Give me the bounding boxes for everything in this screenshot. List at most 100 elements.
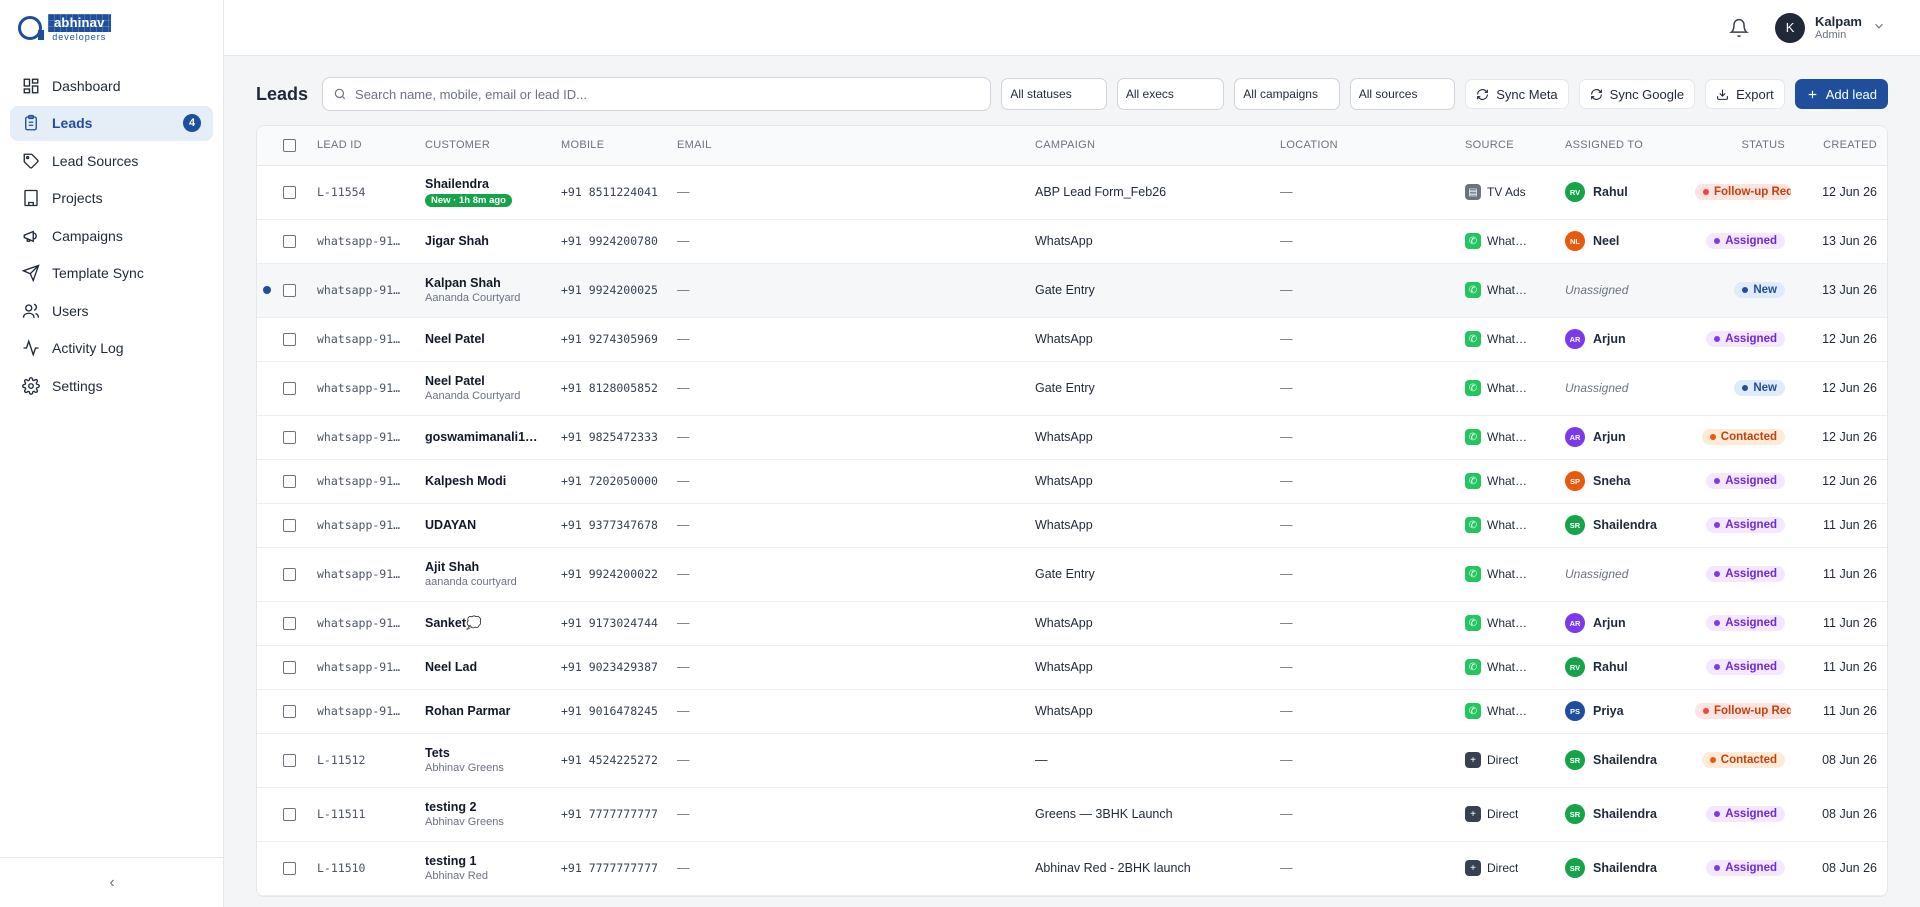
- table-row[interactable]: whatsapp-91… Kalpan Shah Aananda Courtyard…: [257, 263, 1887, 318]
- row-checkbox[interactable]: [283, 808, 296, 822]
- brand-subtitle: developers: [52, 32, 107, 42]
- campaign-value: WhatsApp: [1035, 430, 1093, 444]
- whatsapp-icon: ✆: [1465, 331, 1481, 347]
- customer-cell: Rohan Parmar: [419, 689, 555, 734]
- row-checkbox[interactable]: [283, 382, 296, 396]
- mobile-number: +91 7777777777: [561, 861, 658, 875]
- sidebar-item-projects[interactable]: Projects: [10, 181, 213, 216]
- table-row[interactable]: whatsapp-91… Neel Patel +91 9274305969 — Wha…: [257, 317, 1887, 362]
- sidebar-item-lead-sources[interactable]: Lead Sources: [10, 143, 213, 178]
- column-header[interactable]: CUSTOMER: [419, 126, 555, 166]
- campaign-filter-select[interactable]: All campaigns: [1234, 78, 1340, 110]
- status-badge[interactable]: New: [1734, 380, 1785, 396]
- customer-cell: Kalpesh Modi: [419, 459, 555, 504]
- table-row[interactable]: whatsapp-91… Ajit Shah aananda courtyard +9…: [257, 547, 1887, 602]
- table-row[interactable]: L-11511 testing 2 Abhinav Greens +91 777777…: [257, 787, 1887, 842]
- status-badge[interactable]: Assigned: [1706, 659, 1785, 675]
- status-badge[interactable]: Assigned: [1706, 473, 1785, 489]
- table-row[interactable]: whatsapp-91… UDAYAN +91 9377347678 — WhatsAp…: [257, 503, 1887, 548]
- bell-icon[interactable]: [1729, 18, 1750, 38]
- search-box[interactable]: [322, 77, 992, 111]
- column-header[interactable]: STATUS: [1689, 126, 1791, 166]
- row-checkbox[interactable]: [283, 705, 296, 719]
- row-checkbox[interactable]: [283, 862, 296, 876]
- row-checkbox[interactable]: [283, 235, 296, 249]
- search-input[interactable]: [355, 86, 981, 102]
- row-checkbox[interactable]: [283, 431, 296, 445]
- column-header[interactable]: EMAIL: [671, 126, 1029, 166]
- status-badge[interactable]: Contacted: [1701, 429, 1785, 445]
- table-row[interactable]: whatsapp-91… goswamimanali1… +91 982547233…: [257, 415, 1887, 460]
- assignee-name: Shailendra: [1593, 518, 1657, 532]
- column-header[interactable]: MOBILE: [555, 126, 671, 166]
- location-value: —: [1280, 861, 1293, 875]
- row-checkbox[interactable]: [283, 754, 296, 768]
- status-filter-select[interactable]: All statuses: [1001, 78, 1107, 110]
- row-select-cell: [257, 787, 311, 842]
- source-label: WhatsA…: [1487, 430, 1533, 444]
- user-menu[interactable]: K Kalpam Admin: [1775, 12, 1886, 43]
- column-header[interactable]: CAMPAIGN: [1029, 126, 1274, 166]
- status-dot: [1714, 664, 1721, 670]
- status-badge[interactable]: Assigned: [1706, 860, 1785, 876]
- sidebar-item-dashboard[interactable]: Dashboard: [10, 68, 213, 103]
- row-checkbox[interactable]: [283, 475, 296, 489]
- status-badge[interactable]: Assigned: [1706, 566, 1785, 582]
- mobile-number: +91 8128005852: [561, 381, 658, 395]
- table-row[interactable]: whatsapp-91… Jigar Shah +91 9924200780 — Wha…: [257, 219, 1887, 264]
- mobile-number: +91 4524225272: [561, 753, 658, 767]
- status-badge[interactable]: Follow-up Req: [1695, 703, 1791, 719]
- status-badge[interactable]: New: [1734, 282, 1785, 298]
- collapse-sidebar-button[interactable]: ‹: [0, 857, 224, 907]
- column-header[interactable]: LOCATION: [1274, 126, 1459, 166]
- sidebar-item-campaigns[interactable]: Campaigns: [10, 218, 213, 253]
- sidebar-item-activity-log[interactable]: Activity Log: [10, 331, 213, 366]
- add-lead-button[interactable]: Add lead: [1794, 79, 1889, 109]
- sidebar-item-settings[interactable]: Settings: [10, 368, 213, 403]
- sidebar-item-leads[interactable]: Leads 4: [10, 105, 213, 141]
- row-checkbox[interactable]: [283, 661, 296, 675]
- select-all-checkbox[interactable]: [283, 138, 296, 152]
- column-header[interactable]: CREATED: [1791, 126, 1887, 166]
- email-value: —: [677, 430, 690, 444]
- status-label: Assigned: [1725, 568, 1777, 580]
- table-row[interactable]: whatsapp-91… Rohan Parmar +91 9016478245 — W…: [257, 689, 1887, 734]
- status-badge[interactable]: Assigned: [1706, 806, 1785, 822]
- status-badge[interactable]: Assigned: [1706, 615, 1785, 631]
- sidebar-item-template-sync[interactable]: Template Sync: [10, 256, 213, 291]
- row-checkbox[interactable]: [283, 284, 296, 298]
- status-label: Assigned: [1725, 235, 1777, 247]
- sync-google-button[interactable]: Sync Google: [1578, 79, 1696, 109]
- table-row[interactable]: whatsapp-91… Kalpesh Modi +91 7202050000 — W…: [257, 459, 1887, 504]
- row-checkbox[interactable]: [283, 519, 296, 533]
- customer-cell: Jigar Shah: [419, 219, 555, 264]
- email-value: —: [677, 234, 690, 248]
- row-checkbox[interactable]: [283, 333, 296, 347]
- status-badge[interactable]: Contacted: [1701, 752, 1785, 768]
- row-checkbox[interactable]: [283, 186, 296, 200]
- table-row[interactable]: L-11512 Tets Abhinav Greens +91 4524225272 —…: [257, 733, 1887, 788]
- status-badge[interactable]: Follow-up Req: [1695, 184, 1791, 200]
- export-button[interactable]: Export: [1705, 79, 1785, 109]
- source-filter-select[interactable]: All sources: [1349, 78, 1456, 110]
- column-header[interactable]: SOURCE: [1459, 126, 1559, 166]
- row-select-cell: [257, 263, 311, 318]
- exec-filter-select[interactable]: All execs: [1116, 78, 1225, 110]
- status-badge[interactable]: Assigned: [1706, 233, 1785, 249]
- table-row[interactable]: whatsapp-91… Sanket💭 +91 9173024744 — WhatsA…: [257, 601, 1887, 646]
- column-header[interactable]: ASSIGNED TO: [1559, 126, 1689, 166]
- column-header[interactable]: LEAD ID: [311, 126, 419, 166]
- user-role: Admin: [1815, 29, 1847, 41]
- table-row[interactable]: L-11510 testing 1 Abhinav Red +91 777777777…: [257, 841, 1887, 896]
- table-row[interactable]: whatsapp-91… Neel Lad +91 9023429387 — Whats…: [257, 645, 1887, 690]
- status-dot: [1709, 757, 1716, 763]
- table-row[interactable]: L-11554 Shailendra New · 1h 8m ago +91 8511…: [257, 165, 1887, 220]
- row-checkbox[interactable]: [283, 568, 296, 582]
- status-badge[interactable]: Assigned: [1706, 331, 1785, 347]
- row-checkbox[interactable]: [283, 617, 296, 631]
- sync-meta-button[interactable]: Sync Meta: [1465, 79, 1569, 109]
- status-badge[interactable]: Assigned: [1706, 517, 1785, 533]
- table-row[interactable]: whatsapp-91… Neel Patel Aananda Courtyard +…: [257, 361, 1887, 416]
- brand-logo[interactable]: abhinav developers: [0, 0, 223, 56]
- sidebar-item-users[interactable]: Users: [10, 293, 213, 328]
